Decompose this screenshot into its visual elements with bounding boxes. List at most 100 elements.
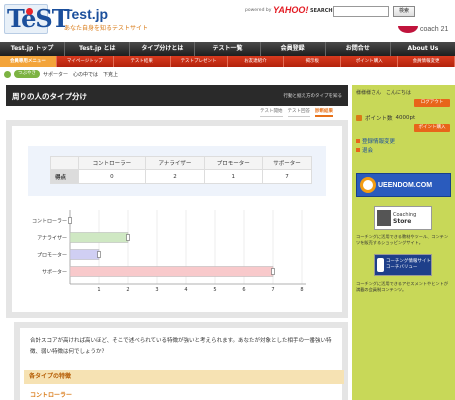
chart-xtick-label: 7: [271, 287, 274, 293]
chart-bar: [69, 232, 129, 243]
step-answer: テスト回答: [287, 108, 310, 117]
edit-profile-label: 登録情報変更: [362, 139, 396, 145]
coach21-mark-icon: [398, 26, 418, 33]
type-features-heading: 各タイプの特徴: [24, 370, 344, 384]
buy-points-button[interactable]: ポイント購入: [414, 124, 450, 132]
user-sidebar: 様様様さん こんにちは ログアウト ポイント数 4000pt ポイント購入 登録…: [352, 85, 455, 400]
chart-bar: [69, 249, 100, 260]
score-controller: 0: [77, 169, 147, 184]
coachvalue-desc: コーチングに活用できるアセスメントやヒントが満載の会員制コンテンツ。: [356, 281, 448, 292]
subnav-account[interactable]: 会員情報変更: [398, 56, 455, 67]
score-row-label: 得点: [50, 169, 79, 184]
chart-xtick-label: 4: [184, 287, 187, 293]
breadcrumb: つぶやき サポーター 心の中では 下克上: [4, 69, 118, 79]
chart-bar: [69, 266, 274, 277]
coachvalue-text: コーチング情報サイト コーチバリュー: [385, 259, 431, 270]
arrow-icon: [356, 148, 360, 152]
description-panel: 合計スコアが高ければ高いほど、そこで述べられている特徴が強いと考えられます。あな…: [14, 322, 348, 400]
search-powered-label: powered by: [245, 8, 272, 13]
step-start: テスト開始: [260, 108, 283, 117]
score-bar-chart: 1 2 3 4 5 6 7 8 コントローラーアナライザープロモーターサポーター: [32, 210, 306, 293]
queendom-banner[interactable]: UEENDOM.COM: [356, 173, 451, 197]
subnav-results[interactable]: テスト結果: [114, 56, 171, 67]
score-supporter: 7: [261, 169, 313, 184]
chart-bar-cap: [126, 234, 130, 241]
chart-xtick-label: 5: [213, 287, 216, 293]
score-table-row: 得点 0 2 1 7: [50, 169, 313, 184]
main-nav: Test.jp トップ Test.jp とは タイプ分けとは テスト一覧 会員登…: [0, 42, 455, 56]
queendom-text: UEENDOM.COM: [378, 181, 433, 189]
result-panel: コントローラー アナライザー プロモーター サポーター 得点 0 2 1 7 1…: [6, 120, 348, 318]
points-row: ポイント数 4000pt: [356, 113, 451, 122]
score-table-header-empty: [50, 156, 79, 170]
member-subnav: 会員専用メニュー マイページトップ テスト結果 テストプレゼント お友達紹介 掲…: [0, 56, 455, 67]
coachvalue-banner[interactable]: コーチング情報サイト コーチバリュー: [374, 254, 432, 276]
nav-item-contact[interactable]: お問合せ: [326, 42, 391, 56]
brand-tagline: あなた自身を知るテストサイト: [64, 25, 149, 32]
logo-text: TeST: [7, 4, 70, 33]
edit-profile-link[interactable]: 登録情報変更: [356, 137, 395, 145]
tweet-badge[interactable]: つぶやき: [14, 70, 40, 78]
brand-name[interactable]: Test.jp: [64, 6, 108, 22]
search-label: SEARCH: [310, 8, 333, 14]
type-controller-heading: コントローラー: [30, 392, 73, 399]
search-button[interactable]: 検索: [393, 6, 415, 17]
chart-xtick-label: 2: [126, 287, 129, 293]
coaching-store-desc: コーチングに活用できる教材やツール、コンテンツを販売するショッピングサイト。: [356, 234, 449, 245]
search-input[interactable]: [333, 6, 389, 17]
chart-xtick-label: 1: [97, 287, 100, 293]
coaching-store-banner[interactable]: Coaching Store: [374, 206, 432, 230]
chart-category-label: コントローラー: [32, 219, 67, 225]
site-logo[interactable]: TeST: [4, 4, 70, 34]
subnav-board[interactable]: 掲示板: [284, 56, 342, 67]
page-title-bar: 周りの人のタイプ分け 行動と据え方のタイプを知る: [6, 85, 348, 106]
subnav-invite[interactable]: お友達紹介: [228, 56, 285, 67]
points-icon: [356, 114, 362, 121]
chart-xtick-label: 8: [300, 287, 303, 293]
user-greeting: 様様様さん こんにちは: [356, 90, 412, 96]
description-text: 合計スコアが高ければ高いほど、そこで述べられている特徴が強いと考えられます。あな…: [30, 338, 332, 355]
coachvalue-icon: [377, 258, 384, 272]
site-header: TeST Test.jp あなた自身を知るテストサイト powered by Y…: [0, 0, 455, 42]
tweet-text: サポーター 心の中では 下克上: [43, 71, 119, 78]
score-promoter: 1: [203, 169, 263, 184]
chart-category-label: アナライザー: [37, 236, 67, 242]
chart-xtick-label: 6: [242, 287, 245, 293]
coach21-logo[interactable]: coach 21: [398, 26, 448, 33]
subnav-mypage[interactable]: マイページトップ: [57, 56, 114, 67]
score-header-promoter: プロモーター: [203, 156, 263, 170]
subnav-points[interactable]: ポイント購入: [341, 56, 399, 67]
chart-category-label: プロモーター: [37, 252, 67, 259]
nav-item-about-us[interactable]: About Us: [391, 42, 455, 56]
coaching-store-icon: [377, 210, 391, 226]
chart-bar-cap: [97, 251, 101, 258]
nav-item-register[interactable]: 会員登録: [261, 42, 326, 56]
page-title-sub: 行動と据え方のタイプを知る: [283, 94, 343, 99]
page-title: 周りの人のタイプ分け: [12, 92, 87, 101]
points-value: 4000pt: [395, 114, 416, 121]
chart-category-label: サポーター: [42, 269, 67, 276]
logout-button[interactable]: ログアウト: [414, 99, 450, 107]
step-tabs: テスト開始 テスト回答 診断結果: [260, 108, 333, 117]
coaching-store-title: Coaching: [393, 211, 417, 218]
nav-item-top[interactable]: Test.jp トップ: [0, 42, 66, 56]
coaching-store-text: Coaching Store: [393, 212, 416, 225]
chart-xtick-label: 3: [155, 287, 158, 293]
withdraw-link[interactable]: 退会: [356, 146, 373, 154]
logo-dot: [26, 8, 33, 15]
score-header-controller: コントローラー: [77, 156, 147, 170]
chart-bar-cap: [68, 217, 72, 224]
subnav-member-menu: 会員専用メニュー: [0, 56, 57, 67]
yahoo-logo: YAHOO!: [273, 5, 309, 15]
score-table-header-row: コントローラー アナライザー プロモーター サポーター: [50, 156, 313, 170]
nav-item-about-test[interactable]: Test.jp とは: [65, 42, 131, 56]
chart-bar-cap: [271, 268, 275, 275]
score-header-analyzer: アナライザー: [145, 156, 205, 170]
coaching-store-name: Store: [393, 217, 412, 225]
nav-item-tests[interactable]: テスト一覧: [195, 42, 261, 56]
subnav-present[interactable]: テストプレゼント: [171, 56, 228, 67]
score-table: コントローラー アナライザー プロモーター サポーター 得点 0 2 1 7: [50, 156, 313, 184]
nav-item-type[interactable]: タイプ分けとは: [130, 42, 196, 56]
arrow-icon: [356, 139, 360, 143]
tweet-icon: [4, 70, 11, 78]
